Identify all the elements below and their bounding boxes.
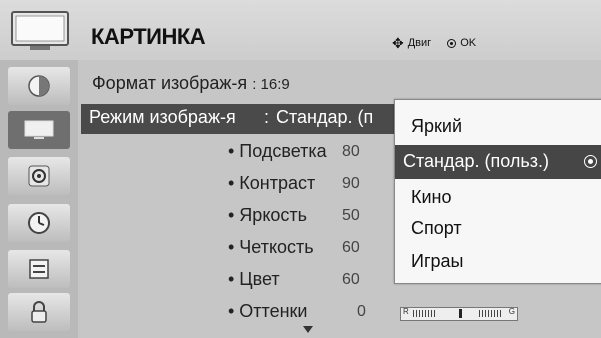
mode-option-vivid[interactable]: Яркий xyxy=(411,116,462,137)
clock-icon xyxy=(28,212,50,234)
setting-tint-value: 0 xyxy=(357,303,366,320)
picture-quality-icon xyxy=(28,75,50,97)
setting-brightness-label[interactable]: • Яркость xyxy=(228,205,307,226)
ok-button-icon xyxy=(447,38,457,48)
setting-backlight-value: 80 xyxy=(342,143,360,160)
tint-red-label: R xyxy=(403,307,409,316)
aspect-ratio-label: Формат изображ-я xyxy=(92,73,248,93)
mode-option-game[interactable]: Играы xyxy=(411,251,463,272)
sidebar xyxy=(0,60,78,338)
sidebar-item-picture-quality[interactable] xyxy=(8,67,70,105)
mode-option-sport[interactable]: Спорт xyxy=(411,218,462,239)
sidebar-item-audio[interactable] xyxy=(8,157,70,195)
navigation-hints: ✥ Двиг OK xyxy=(392,35,477,51)
lock-icon xyxy=(31,301,47,323)
hint-ok-label: OK xyxy=(460,37,477,49)
picture-mode-separator: : xyxy=(264,107,270,127)
hint-move-label: Двиг xyxy=(407,37,432,49)
setting-backlight-label[interactable]: • Подсветка xyxy=(228,141,327,162)
menu-header: КАРТИНКА ✥ Двиг OK xyxy=(0,0,601,60)
sidebar-item-picture[interactable] xyxy=(8,111,70,149)
selected-radio-icon xyxy=(584,155,597,168)
aspect-ratio-value: : 16:9 xyxy=(252,76,290,93)
setting-contrast-value: 90 xyxy=(342,175,360,192)
tint-slider-marker[interactable] xyxy=(459,309,462,318)
picture-menu-screen: КАРТИНКА ✥ Двиг OK Формат изображ-я: 16… xyxy=(0,0,601,338)
setting-contrast-label[interactable]: • Контраст xyxy=(228,173,315,194)
move-arrows-icon: ✥ xyxy=(392,35,404,51)
speaker-icon xyxy=(28,165,50,187)
picture-mode-label: Режим изображ-я xyxy=(89,107,236,127)
tint-slider[interactable]: R G xyxy=(400,307,518,321)
tv-picture-icon xyxy=(24,120,54,139)
mode-option-cinema[interactable]: Кино xyxy=(411,187,452,208)
setting-brightness-value: 50 xyxy=(342,207,360,224)
setting-sharpness-value: 60 xyxy=(342,239,360,256)
tint-green-label: G xyxy=(508,307,515,316)
page-title: КАРТИНКА xyxy=(91,24,206,49)
setting-color-label[interactable]: • Цвет xyxy=(228,269,280,290)
menu-item-picture-mode[interactable]: Режим изображ-я : Стандар. (п xyxy=(81,104,396,134)
sidebar-item-lock[interactable] xyxy=(8,293,70,331)
mode-option-standard-user[interactable]: Стандар. (польз.) xyxy=(395,145,601,179)
menu-item-aspect-ratio[interactable]: Формат изображ-я : 16:9 xyxy=(92,73,290,94)
setting-sharpness-label[interactable]: • Четкость xyxy=(228,237,314,258)
sidebar-item-options[interactable] xyxy=(8,250,70,288)
options-icon xyxy=(29,259,49,279)
sidebar-item-time[interactable] xyxy=(8,204,70,242)
setting-color-value: 60 xyxy=(342,271,360,288)
scroll-down-arrow-icon[interactable] xyxy=(303,326,313,333)
picture-mode-value: Стандар. (п xyxy=(276,107,374,127)
setting-tint-label[interactable]: • Оттенки xyxy=(228,301,307,322)
picture-mode-dropdown: Яркий Стандар. (польз.) Кино Спорт Играы xyxy=(394,99,601,284)
tv-icon xyxy=(11,11,69,50)
mode-option-label: Стандар. (польз.) xyxy=(403,151,550,171)
